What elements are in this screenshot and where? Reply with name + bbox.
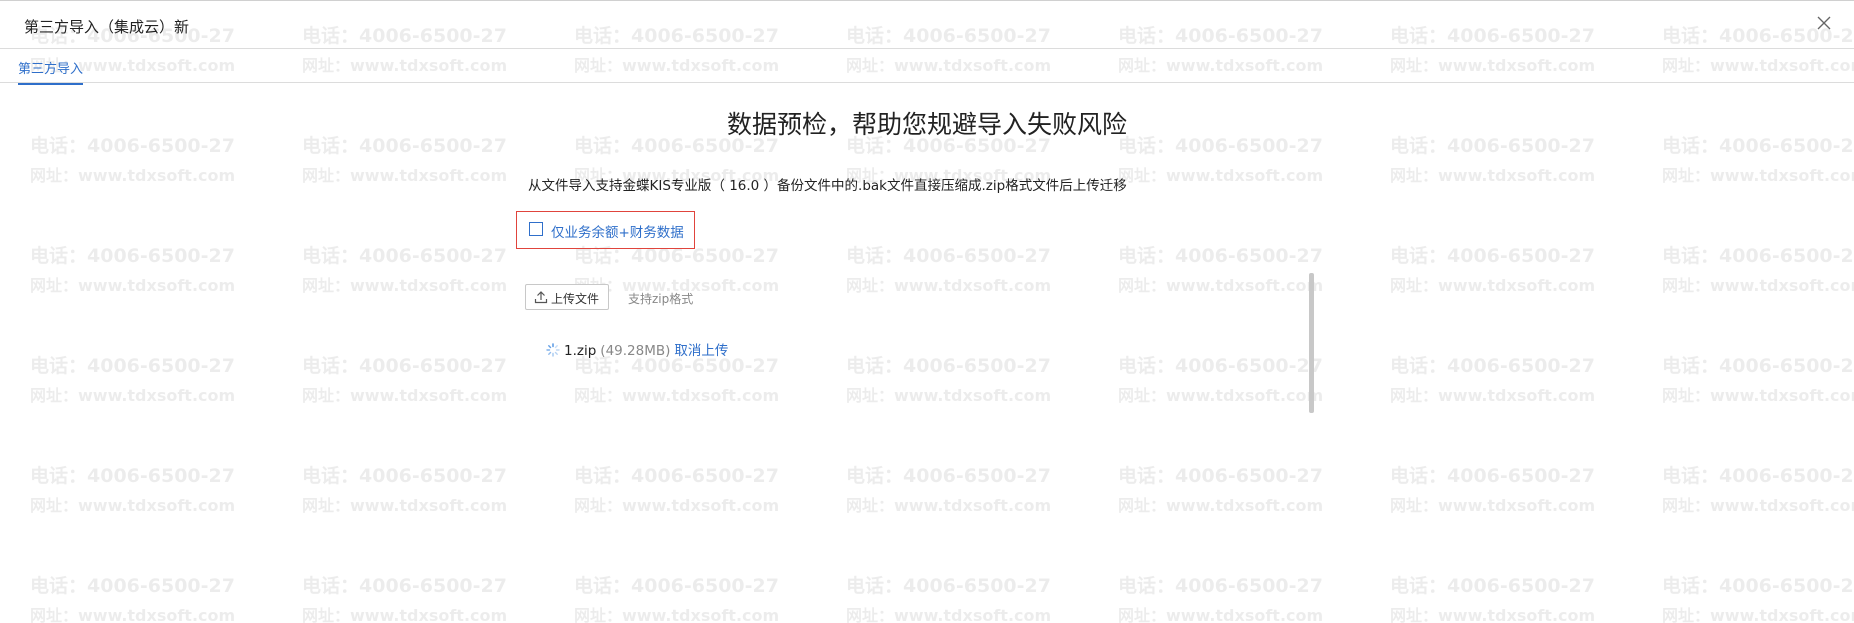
watermark-site: 网址：www.tdxsoft.com bbox=[302, 496, 508, 515]
watermark-site: 网址：www.tdxsoft.com bbox=[302, 606, 508, 623]
import-dialog: 电话：4006-6500-27 网址：www.tdxsoft.com 电话：4006… bbox=[0, 0, 1854, 623]
watermark-site: 网址：www.tdxsoft.com bbox=[1118, 166, 1324, 185]
watermark-site: 网址：www.tdxsoft.com bbox=[1118, 496, 1324, 515]
watermark-phone: 电话：4006-6500-27 bbox=[30, 245, 235, 267]
watermark-site: 网址：www.tdxsoft.com bbox=[1662, 496, 1854, 515]
watermark-site: 网址：www.tdxsoft.com bbox=[1118, 386, 1324, 405]
watermark-phone: 电话：4006-6500-27 bbox=[1118, 575, 1323, 597]
cancel-upload-link[interactable]: 取消上传 bbox=[674, 343, 728, 359]
watermark-phone: 电话：4006-6500-27 bbox=[30, 575, 235, 597]
window-title: 第三方导入（集成云）新 bbox=[24, 18, 190, 36]
watermark-phone: 电话：4006-6500-27 bbox=[574, 465, 779, 487]
watermark-phone: 电话：4006-6500-27 bbox=[1662, 575, 1854, 597]
watermark-phone: 电话：4006-6500-27 bbox=[30, 355, 235, 377]
uploading-file-row: 1.zip (49.28MB) 取消上传 bbox=[546, 339, 728, 359]
watermark-phone: 电话：4006-6500-27 bbox=[846, 355, 1051, 377]
tab-third-party-import[interactable]: 第三方导入 bbox=[18, 58, 84, 85]
close-button[interactable] bbox=[1814, 13, 1834, 33]
watermark-site: 网址：www.tdxsoft.com bbox=[1118, 276, 1324, 295]
watermark-site: 网址：www.tdxsoft.com bbox=[574, 386, 780, 405]
watermark-phone: 电话：4006-6500-27 bbox=[302, 245, 507, 267]
loading-spinner-icon bbox=[546, 343, 560, 357]
watermark-site: 网址：www.tdxsoft.com bbox=[1390, 606, 1596, 623]
watermark-phone: 电话：4006-6500-27 bbox=[1662, 355, 1854, 377]
watermark-site: 网址：www.tdxsoft.com bbox=[846, 606, 1052, 623]
watermark-site: 网址：www.tdxsoft.com bbox=[574, 606, 780, 623]
watermark-phone: 电话：4006-6500-27 bbox=[302, 465, 507, 487]
watermark-site: 网址：www.tdxsoft.com bbox=[574, 496, 780, 515]
watermark-phone: 电话：4006-6500-27 bbox=[1118, 465, 1323, 487]
format-hint: 支持zip格式 bbox=[628, 292, 694, 306]
tab-bar: 第三方导入 bbox=[0, 49, 1854, 85]
watermark-site: 网址：www.tdxsoft.com bbox=[1662, 276, 1854, 295]
watermark-phone: 电话：4006-6500-27 bbox=[846, 575, 1051, 597]
vertical-scrollbar[interactable] bbox=[1309, 273, 1314, 413]
watermark-phone: 电话：4006-6500-27 bbox=[846, 465, 1051, 487]
watermark-site: 网址：www.tdxsoft.com bbox=[846, 276, 1052, 295]
watermark-site: 网址：www.tdxsoft.com bbox=[302, 386, 508, 405]
watermark-phone: 电话：4006-6500-27 bbox=[1390, 355, 1595, 377]
watermark-site: 网址：www.tdxsoft.com bbox=[30, 166, 236, 185]
upload-file-button[interactable]: 上传文件 bbox=[525, 284, 609, 310]
file-size: (49.28MB) bbox=[600, 343, 671, 359]
watermark-phone: 电话：4006-6500-27 bbox=[846, 245, 1051, 267]
watermark-site: 网址：www.tdxsoft.com bbox=[1390, 496, 1596, 515]
close-icon bbox=[1817, 16, 1831, 30]
watermark-site: 网址：www.tdxsoft.com bbox=[1390, 276, 1596, 295]
option-highlight-box: 仅业务余额+财务数据 bbox=[516, 211, 695, 249]
watermark-phone: 电话：4006-6500-27 bbox=[1662, 465, 1854, 487]
watermark-site: 网址：www.tdxsoft.com bbox=[1118, 606, 1324, 623]
file-name: 1.zip bbox=[564, 343, 597, 359]
watermark-phone: 电话：4006-6500-27 bbox=[302, 355, 507, 377]
watermark-site: 网址：www.tdxsoft.com bbox=[30, 386, 236, 405]
watermark-phone: 电话：4006-6500-27 bbox=[1118, 355, 1323, 377]
watermark-site: 网址：www.tdxsoft.com bbox=[30, 496, 236, 515]
balance-finance-option-label[interactable]: 仅业务余额+财务数据 bbox=[551, 221, 684, 241]
watermark-site: 网址：www.tdxsoft.com bbox=[846, 496, 1052, 515]
watermark-phone: 电话：4006-6500-27 bbox=[302, 575, 507, 597]
upload-button-label: 上传文件 bbox=[551, 292, 600, 306]
watermark-site: 网址：www.tdxsoft.com bbox=[1662, 606, 1854, 623]
watermark-site: 网址：www.tdxsoft.com bbox=[846, 386, 1052, 405]
watermark-site: 网址：www.tdxsoft.com bbox=[302, 276, 508, 295]
watermark-phone: 电话：4006-6500-27 bbox=[1390, 465, 1595, 487]
watermark-site: 网址：www.tdxsoft.com bbox=[1390, 386, 1596, 405]
watermark-site: 网址：www.tdxsoft.com bbox=[30, 276, 236, 295]
watermark-phone: 电话：4006-6500-27 bbox=[30, 465, 235, 487]
watermark-phone: 电话：4006-6500-27 bbox=[1118, 245, 1323, 267]
watermark-site: 网址：www.tdxsoft.com bbox=[302, 166, 508, 185]
import-instruction: 从文件导入支持金蝶KIS专业版（ 16.0 ）备份文件中的.bak文件直接压缩成… bbox=[528, 178, 1127, 194]
upload-icon bbox=[534, 291, 548, 304]
watermark-layer: 电话：4006-6500-27 网址：www.tdxsoft.com 电话：4006… bbox=[0, 1, 1854, 623]
watermark-site: 网址：www.tdxsoft.com bbox=[1662, 386, 1854, 405]
page-heading: 数据预检，帮助您规避导入失败风险 bbox=[0, 105, 1854, 141]
watermark-phone: 电话：4006-6500-27 bbox=[574, 575, 779, 597]
watermark-phone: 电话：4006-6500-27 bbox=[1662, 245, 1854, 267]
watermark-site: 网址：www.tdxsoft.com bbox=[1390, 166, 1596, 185]
watermark-site: 网址：www.tdxsoft.com bbox=[1662, 166, 1854, 185]
page-heading-text: 数据预检，帮助您规避导入失败风险 bbox=[726, 110, 1127, 139]
watermark-phone: 电话：4006-6500-27 bbox=[1390, 245, 1595, 267]
balance-finance-checkbox[interactable] bbox=[529, 222, 543, 236]
title-bar: 第三方导入（集成云）新 bbox=[0, 1, 1854, 49]
watermark-phone: 电话：4006-6500-27 bbox=[1390, 575, 1595, 597]
watermark-site: 网址：www.tdxsoft.com bbox=[30, 606, 236, 623]
